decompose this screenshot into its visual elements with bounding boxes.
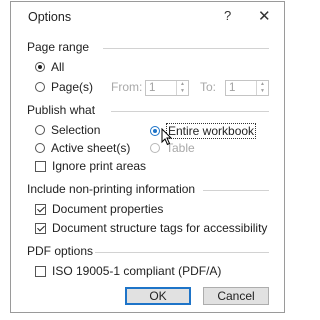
to-spinner-buttons[interactable]: ▲ ▼ — [256, 81, 268, 95]
radio-entire-workbook-button[interactable] — [150, 126, 160, 136]
radio-pages-label: Page(s) — [51, 80, 94, 94]
from-spinner-buttons[interactable]: ▲ ▼ — [176, 81, 188, 95]
radio-table-button[interactable] — [150, 143, 160, 153]
structure-tags-label: Document structure tags for accessibilit… — [52, 221, 268, 235]
mouse-pointer-icon — [161, 128, 173, 146]
to-label: To: — [200, 80, 217, 94]
document-properties-label: Document properties — [52, 202, 164, 216]
spin-down-icon[interactable]: ▼ — [257, 88, 268, 95]
non-printing-divider — [203, 190, 269, 191]
spin-up-icon[interactable]: ▲ — [177, 81, 188, 88]
document-properties-box[interactable] — [35, 203, 46, 215]
iso-compliant-box[interactable] — [35, 265, 46, 277]
radio-pages[interactable]: Page(s) — [35, 80, 93, 94]
ignore-print-areas-box[interactable] — [35, 160, 46, 172]
to-value: 1 — [229, 82, 236, 94]
radio-selection[interactable]: Selection — [35, 123, 100, 137]
structure-tags-box[interactable] — [35, 222, 46, 234]
checkbox-ignore-print-areas[interactable]: Ignore print areas — [35, 159, 146, 173]
cancel-button[interactable]: Cancel — [203, 287, 269, 305]
ok-button[interactable]: OK — [125, 287, 191, 305]
radio-selection-label: Selection — [51, 123, 101, 137]
help-button[interactable]: ? — [224, 8, 231, 23]
from-spinner[interactable]: 1 ▲ ▼ — [145, 80, 189, 96]
publish-what-divider — [111, 111, 269, 112]
to-spinner[interactable]: 1 ▲ ▼ — [225, 80, 269, 96]
checkbox-document-properties[interactable]: Document properties — [35, 202, 163, 216]
checkbox-iso-compliant[interactable]: ISO 19005-1 compliant (PDF/A) — [35, 264, 221, 278]
from-value: 1 — [149, 82, 156, 94]
spin-up-icon[interactable]: ▲ — [257, 81, 268, 88]
publish-what-heading: Publish what — [27, 103, 96, 117]
iso-compliant-label: ISO 19005-1 compliant (PDF/A) — [52, 264, 222, 278]
radio-all[interactable]: All — [35, 60, 64, 74]
options-dialog: Options ? ✕ Page range All Page(s) From:… — [10, 1, 285, 313]
dialog-title: Options — [28, 10, 72, 24]
non-printing-heading: Include non-printing information — [27, 182, 196, 196]
from-label: From: — [111, 80, 143, 94]
radio-active-sheets-button[interactable] — [35, 143, 45, 153]
radio-all-label: All — [51, 60, 65, 74]
radio-pages-button[interactable] — [35, 82, 45, 92]
radio-active-sheets-label: Active sheet(s) — [51, 141, 131, 155]
page-range-divider — [103, 48, 269, 49]
radio-entire-workbook-label: Entire workbook — [166, 123, 257, 139]
checkbox-structure-tags[interactable]: Document structure tags for accessibilit… — [35, 221, 267, 235]
radio-all-button[interactable] — [35, 62, 45, 72]
pdf-options-heading: PDF options — [27, 244, 94, 258]
page-range-heading: Page range — [27, 40, 90, 54]
radio-active-sheets[interactable]: Active sheet(s) — [35, 141, 130, 155]
pdf-options-divider — [95, 252, 269, 253]
radio-selection-button[interactable] — [35, 125, 45, 135]
close-button[interactable]: ✕ — [258, 7, 271, 25]
spin-down-icon[interactable]: ▼ — [177, 88, 188, 95]
ignore-print-areas-label: Ignore print areas — [52, 159, 147, 173]
